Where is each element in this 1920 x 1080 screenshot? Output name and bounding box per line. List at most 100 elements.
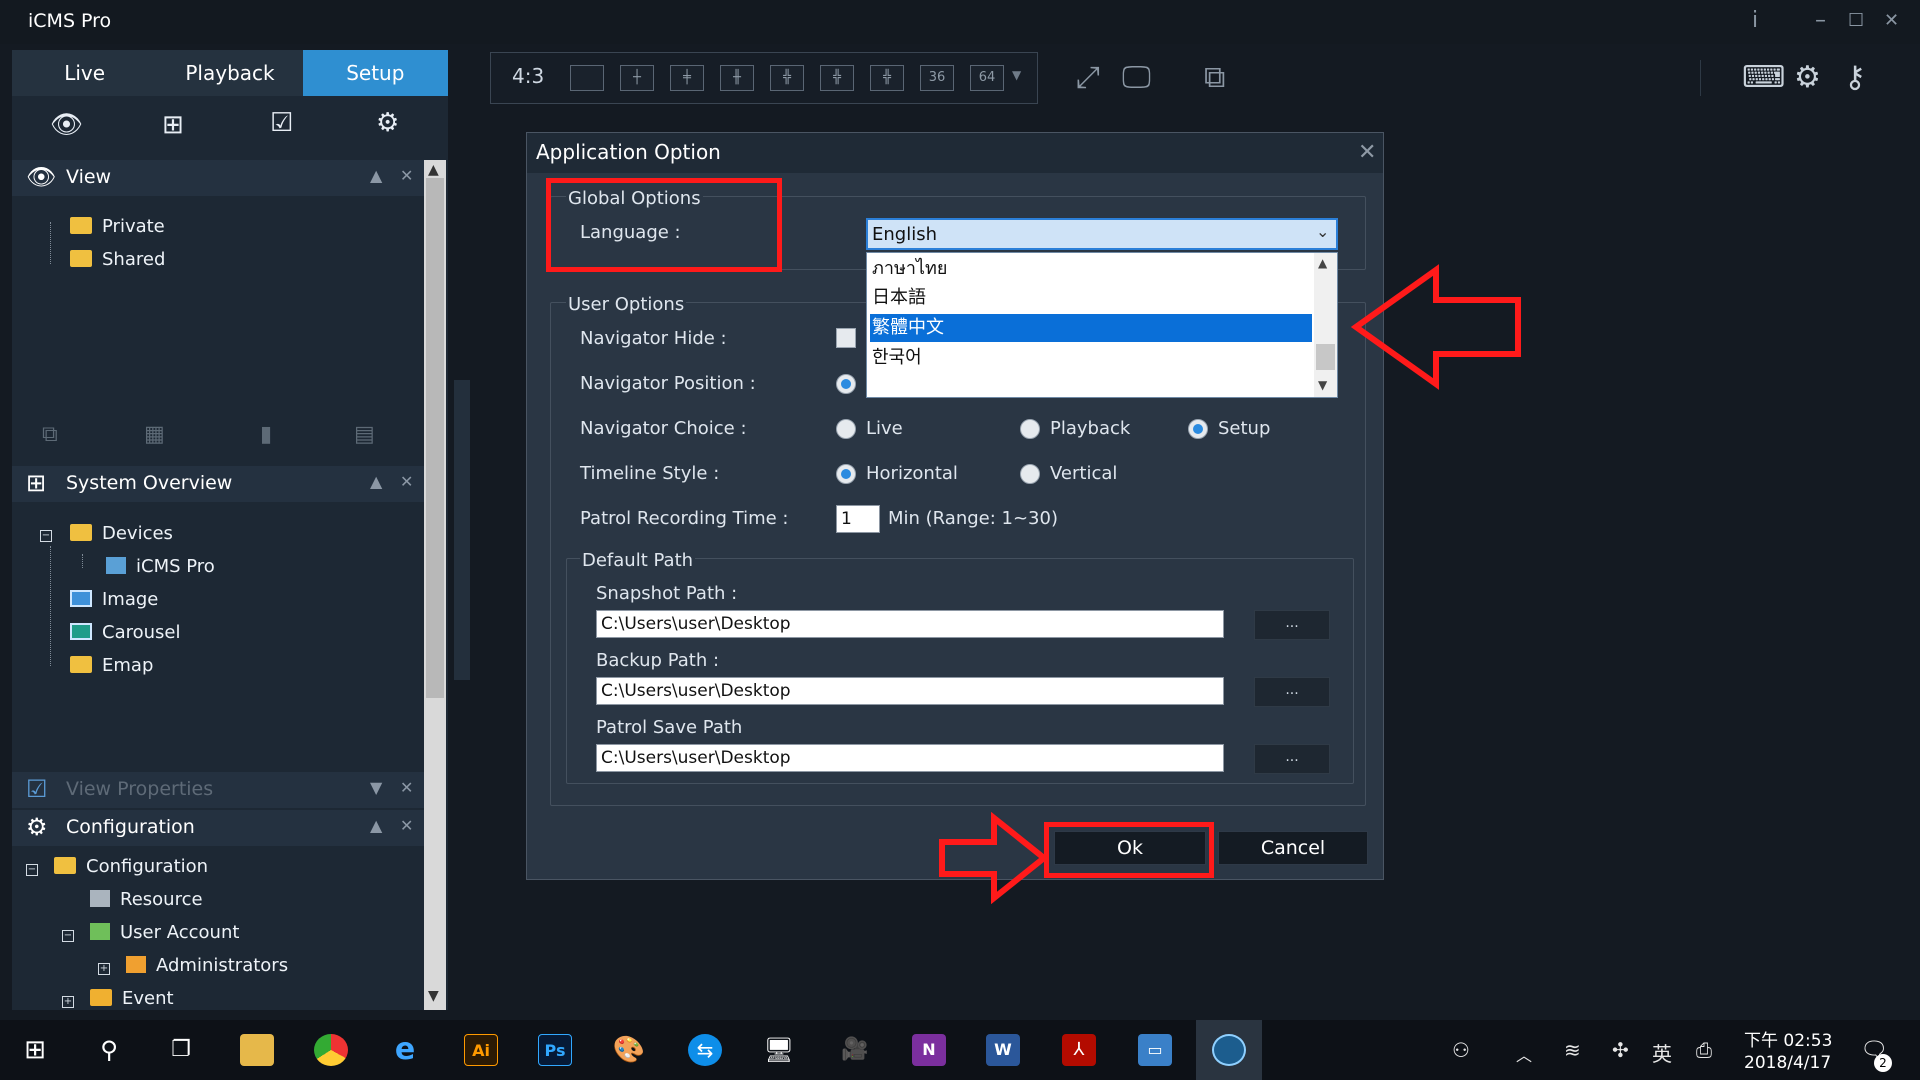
choice-live-radio[interactable] bbox=[836, 419, 856, 439]
add-view-icon[interactable]: ⧉ bbox=[42, 422, 58, 447]
clock-date[interactable]: 2018/4/17 bbox=[1744, 1053, 1831, 1073]
snapshot-path-input[interactable] bbox=[596, 610, 1224, 638]
layout-6-button[interactable]: ╪ bbox=[670, 65, 704, 91]
close-icon[interactable]: ✕ bbox=[400, 472, 413, 491]
multi-screen-icon[interactable]: ⧉ bbox=[1204, 60, 1225, 95]
timeline-vertical-radio[interactable] bbox=[1020, 464, 1040, 484]
cancel-button[interactable]: Cancel bbox=[1218, 831, 1368, 865]
patrol-path-input[interactable] bbox=[596, 744, 1224, 772]
clipboard-icon[interactable]: ⎙ bbox=[1696, 1038, 1712, 1062]
illustrator-icon[interactable]: Ai bbox=[464, 1034, 498, 1066]
layout-64-button[interactable]: 64 bbox=[970, 65, 1004, 91]
tab-playback[interactable]: Playback bbox=[157, 50, 302, 96]
chevron-up-icon[interactable]: ︿ bbox=[1516, 1042, 1532, 1066]
tree-item-icms-pro[interactable]: iCMS Pro bbox=[106, 556, 215, 577]
choice-setup-radio[interactable] bbox=[1188, 419, 1208, 439]
tree-item-emap[interactable]: Emap bbox=[70, 655, 153, 676]
expand-icon[interactable]: ▼ bbox=[370, 778, 382, 797]
collapse-icon[interactable]: ▲ bbox=[370, 166, 382, 185]
layout-9-button[interactable]: ╫ bbox=[720, 65, 754, 91]
wifi-icon[interactable]: ≋ bbox=[1564, 1038, 1581, 1062]
tree-item-configuration[interactable]: Configuration bbox=[54, 856, 208, 877]
monitor-icon[interactable]: 🖵 bbox=[1122, 60, 1151, 95]
network-error-icon[interactable]: ✣ bbox=[1612, 1038, 1629, 1062]
scroll-down-icon[interactable]: ▼ bbox=[428, 988, 439, 1004]
scroll-up-icon[interactable]: ▲ bbox=[428, 162, 439, 178]
patrol-time-input[interactable] bbox=[836, 505, 880, 533]
tree-item-private[interactable]: Private bbox=[70, 216, 165, 237]
layout-1-button[interactable] bbox=[570, 65, 604, 91]
timeline-horizontal-radio[interactable] bbox=[836, 464, 856, 484]
photoshop-icon[interactable]: Ps bbox=[538, 1034, 572, 1066]
tab-setup[interactable]: Setup bbox=[302, 50, 448, 96]
collapse-devices-icon[interactable]: − bbox=[40, 530, 52, 542]
language-option-traditional-chinese[interactable]: 繁體中文 bbox=[870, 314, 1312, 342]
chrome-icon[interactable] bbox=[314, 1034, 348, 1066]
chevron-down-icon[interactable]: ⌄ bbox=[1316, 222, 1329, 241]
scroll-up-icon[interactable]: ▲ bbox=[1318, 256, 1327, 270]
icms-pro-taskbar-icon[interactable] bbox=[1212, 1034, 1246, 1066]
tree-item-carousel[interactable]: Carousel bbox=[70, 622, 180, 643]
collapse-user-account-icon[interactable]: − bbox=[62, 930, 74, 942]
fullscreen-icon[interactable]: ⤢ bbox=[1076, 60, 1100, 95]
tree-item-shared[interactable]: Shared bbox=[70, 249, 165, 270]
search-icon[interactable]: ⚲ bbox=[92, 1034, 126, 1066]
language-list-scroll-thumb[interactable] bbox=[1316, 344, 1335, 370]
save-icon[interactable]: ▤ bbox=[354, 422, 375, 447]
view-properties-header[interactable]: ☑ View Properties ▼ ✕ bbox=[12, 772, 426, 808]
language-option-korean[interactable]: 한국어 bbox=[870, 344, 1312, 372]
navigator-position-left-radio[interactable] bbox=[836, 374, 856, 394]
navigator-hide-checkbox[interactable] bbox=[836, 328, 856, 348]
layout-4-button[interactable]: ┼ bbox=[620, 65, 654, 91]
tree-item-event[interactable]: Event bbox=[90, 988, 174, 1009]
expand-event-icon[interactable]: + bbox=[62, 996, 74, 1008]
tree-item-devices[interactable]: Devices bbox=[70, 523, 173, 544]
layout-16-button[interactable]: ╬ bbox=[870, 65, 904, 91]
language-select[interactable]: English bbox=[866, 218, 1338, 250]
video-camera-icon[interactable]: 🎥 bbox=[838, 1034, 872, 1066]
language-option-japanese[interactable]: 日本語 bbox=[870, 284, 1312, 312]
word-icon[interactable]: W bbox=[986, 1034, 1020, 1066]
view-section-header[interactable]: 👁 View ▲ ✕ bbox=[12, 160, 426, 196]
language-option-thai[interactable]: ภาษาไทย bbox=[870, 255, 1312, 283]
acrobat-icon[interactable]: ⅄ bbox=[1062, 1034, 1096, 1066]
layout-13-button[interactable]: ╬ bbox=[820, 65, 854, 91]
clock-time[interactable]: 下午 02:53 bbox=[1744, 1026, 1832, 1051]
app-window-icon[interactable]: ▭ bbox=[1138, 1034, 1172, 1066]
tree-item-user-account[interactable]: User Account bbox=[90, 922, 239, 943]
file-explorer-icon[interactable] bbox=[240, 1034, 274, 1066]
snapshot-browse-button[interactable]: ... bbox=[1254, 610, 1330, 640]
internet-explorer-icon[interactable]: e bbox=[388, 1034, 422, 1066]
backup-browse-button[interactable]: ... bbox=[1254, 677, 1330, 707]
collapse-configuration-icon[interactable]: − bbox=[26, 864, 38, 876]
language-list-scrollbar[interactable] bbox=[1314, 253, 1337, 397]
layout-10-button[interactable]: ╬ bbox=[770, 65, 804, 91]
scrollbar-thumb[interactable] bbox=[426, 178, 444, 698]
system-overview-header[interactable]: ⊞ System Overview ▲ ✕ bbox=[12, 466, 426, 502]
collapse-icon[interactable]: ▲ bbox=[370, 816, 382, 835]
chevron-down-icon[interactable]: ▼ bbox=[1012, 68, 1021, 82]
teamviewer-icon[interactable]: ⇆ bbox=[688, 1034, 722, 1066]
key-icon[interactable]: ⚷ bbox=[1844, 60, 1866, 95]
checklist-icon[interactable]: ☑ bbox=[270, 108, 293, 138]
keyboard-icon[interactable]: ⌨ bbox=[1742, 60, 1785, 95]
aspect-ratio-toggle[interactable]: 4:3 bbox=[512, 64, 544, 88]
task-view-icon[interactable]: ❐ bbox=[164, 1034, 198, 1066]
dialog-close-button[interactable]: ✕ bbox=[1358, 140, 1376, 165]
configuration-header[interactable]: ⚙ Configuration ▲ ✕ bbox=[12, 810, 426, 846]
gear-icon[interactable]: ⚙ bbox=[376, 108, 399, 138]
tree-item-resource[interactable]: Resource bbox=[90, 889, 203, 910]
add-layout-icon[interactable]: ▦ bbox=[144, 422, 165, 447]
scroll-down-icon[interactable]: ▼ bbox=[1318, 378, 1327, 392]
choice-playback-radio[interactable] bbox=[1020, 419, 1040, 439]
info-icon[interactable]: i bbox=[1752, 8, 1758, 33]
delete-icon[interactable]: ▮ bbox=[260, 422, 272, 447]
minimize-button[interactable]: – bbox=[1815, 8, 1826, 33]
expand-administrators-icon[interactable]: + bbox=[98, 963, 110, 975]
onenote-icon[interactable]: N bbox=[912, 1034, 946, 1066]
close-icon[interactable]: ✕ bbox=[400, 816, 413, 835]
tree-item-administrators[interactable]: Administrators bbox=[126, 955, 288, 976]
close-icon[interactable]: ✕ bbox=[400, 778, 413, 797]
people-icon[interactable]: ⚇ bbox=[1452, 1038, 1470, 1062]
layout-36-button[interactable]: 36 bbox=[920, 65, 954, 91]
